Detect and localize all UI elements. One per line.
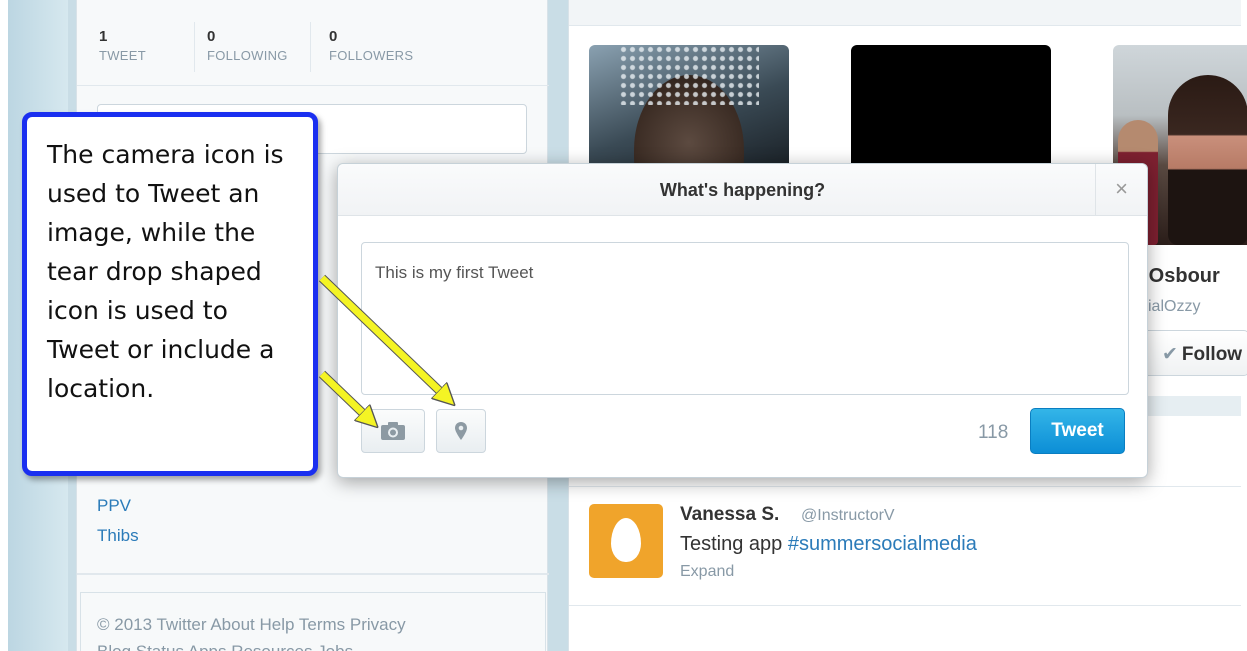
compose-tweet-modal: What's happening? × This is my first Twe… [337,163,1148,478]
footer-links[interactable]: © 2013 Twitter About Help Terms Privacy [97,615,406,635]
modal-header: What's happening? × [338,164,1147,216]
footer-links[interactable]: Blog Status Apps Resources Jobs [97,642,353,651]
trend-link[interactable]: Thibs [97,526,139,546]
egg-icon [611,518,641,562]
expand-link[interactable]: Expand [680,563,734,581]
stat-label: FOLLOWING [207,48,288,63]
add-location-button[interactable] [436,409,486,453]
close-icon[interactable]: × [1095,164,1147,216]
follow-icon: ✔ [1162,344,1178,365]
tweet-button[interactable]: Tweet [1030,408,1125,454]
tweet-textarea[interactable]: This is my first Tweet [361,242,1129,395]
trend-link[interactable]: PPV [97,496,139,516]
tweet-author-handle[interactable]: @InstructorV [801,507,895,525]
avatar[interactable] [589,504,663,578]
stat-following[interactable]: 0 FOLLOWING [194,22,288,72]
window-edge-left [0,0,8,651]
camera-icon [381,422,405,440]
tweet-text: Testing app #summersocialmedia [680,533,977,556]
profile-stats: 1 TWEET 0 FOLLOWING 0 FOLLOWERS [77,0,549,86]
stat-tweets[interactable]: 1 TWEET [99,28,146,63]
follow-button[interactable]: ✔ Follow [1139,330,1247,376]
annotation-callout: The camera icon is used to Tweet an imag… [22,112,318,476]
stat-count: 0 [207,28,216,45]
trends-list: PPV Thibs [97,496,139,556]
stat-label: FOLLOWERS [329,48,414,63]
tweet-text-prefix: Testing app [680,533,788,555]
stat-count: 0 [329,28,338,45]
character-counter: 118 [978,422,1009,443]
divider [77,573,549,575]
footer: © 2013 Twitter About Help Terms Privacy … [80,592,546,651]
add-photo-button[interactable] [361,409,425,453]
stat-count: 1 [99,28,108,45]
hashtag-link[interactable]: #summersocialmedia [788,533,977,555]
stat-label: TWEET [99,48,146,63]
follow-label: Follow [1181,344,1243,365]
modal-title: What's happening? [659,180,826,200]
header-band [569,0,1241,26]
tweet-author-name[interactable]: Vanessa S. [680,504,779,526]
location-pin-icon [455,422,467,440]
tweet-textarea-value: This is my first Tweet [375,263,534,282]
timeline-tweet[interactable]: Vanessa S. @InstructorV Testing app #sum… [569,486,1241,606]
stat-followers[interactable]: 0 FOLLOWERS [310,22,413,72]
callout-text: The camera icon is used to Tweet an imag… [47,140,284,403]
